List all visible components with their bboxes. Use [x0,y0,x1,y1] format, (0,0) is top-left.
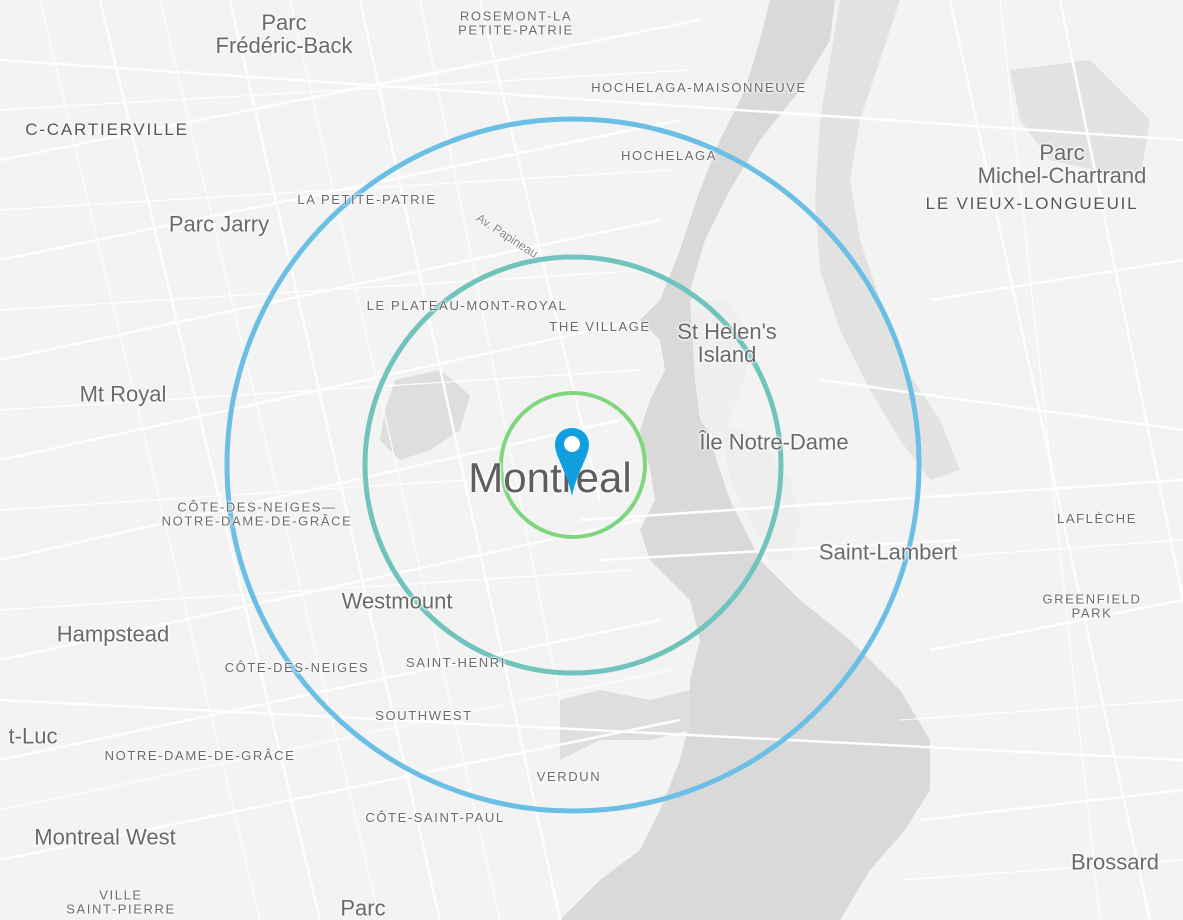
label-lafleche: LAFLÈCHE [1057,511,1137,527]
label-parc-jarry: Parc Jarry [168,211,270,237]
map-canvas[interactable]: Parc Frédéric-Back ROSEMONT-LA PETITE-PA… [0,0,1183,920]
label-la-petite-patrie: LA PETITE-PATRIE [297,192,437,208]
city-label-montreal: Montreal [468,453,632,501]
label-rosemont: ROSEMONT-LA PETITE-PATRIE [458,8,574,37]
label-mt-royal: Mt Royal [79,381,167,407]
label-parc-michel-chartrand: Parc Michel-Chartrand [977,139,1147,188]
label-plateau: LE PLATEAU-MONT-ROYAL [366,298,568,314]
label-saint-henri: SAINT-HENRI [406,655,506,671]
label-brossard: Brossard [1070,849,1160,875]
label-saint-lambert: Saint-Lambert [818,539,958,565]
label-vieux-longueuil: LE VIEUX-LONGUEUIL [925,194,1139,214]
label-cote-saint-paul: CÔTE-SAINT-PAUL [365,810,505,826]
label-parc-frederic-back: Parc Frédéric-Back [215,9,353,58]
location-pin-icon[interactable] [553,426,591,498]
label-verdun: VERDUN [536,769,602,785]
label-hochelaga-maisonneuve: HOCHELAGA-MAISONNEUVE [591,80,807,96]
label-hochelaga: HOCHELAGA [620,148,718,164]
label-the-village: THE VILLAGE [549,319,651,335]
label-greenfield-park: GREENFIELD PARK [1042,591,1142,620]
label-montreal-west: Montreal West [34,824,176,850]
label-southwest: SOUTHWEST [375,708,473,724]
label-westmount: Westmount [341,588,453,614]
label-ville-saint-pierre: VILLE SAINT-PIERRE [66,887,176,916]
label-cote-des-neiges: CÔTE-DES-NEIGES [224,660,370,676]
label-hampstead: Hampstead [56,621,170,647]
label-st-helens-island: St Helen's Island [677,318,777,367]
label-ile-notre-dame: Île Notre-Dame [699,429,849,455]
label-parc-bottom: Parc [340,895,386,920]
label-cartierville: C-CARTIERVILLE [25,120,189,140]
label-luc: t-Luc [8,723,58,749]
label-ndg: NOTRE-DAME-DE-GRÂCE [104,748,296,764]
label-cdn-ndg: CÔTE-DES-NEIGES— NOTRE-DAME-DE-GRÂCE [161,499,353,528]
